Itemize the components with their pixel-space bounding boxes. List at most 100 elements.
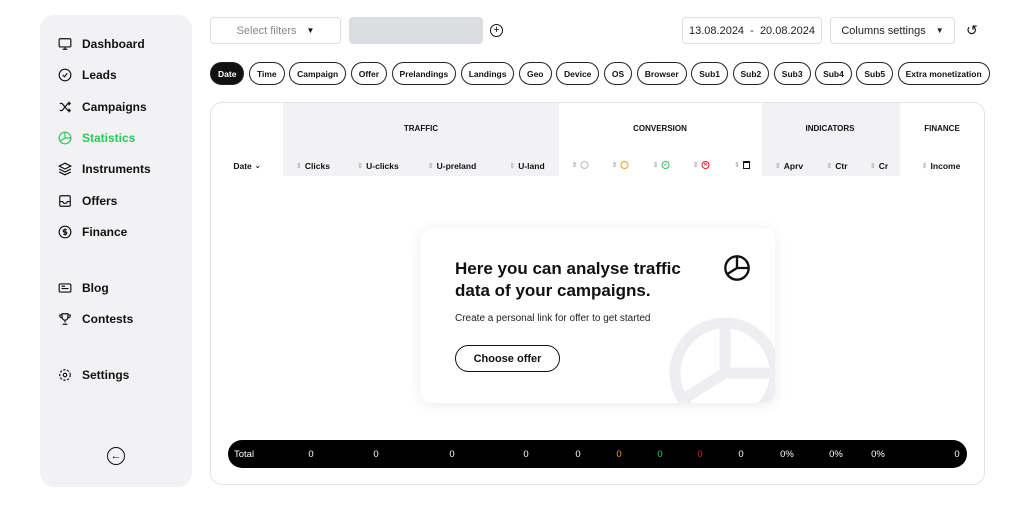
col-label: U-clicks [366,161,399,171]
group-traffic: TRAFFIC [403,124,439,133]
monitor-icon [58,38,72,50]
sidebar: Dashboard Leads Campaigns Statistics Instrum… [40,15,192,487]
sort-icon: ⇕ [427,163,434,170]
sort-icon: ⇕ [652,162,659,169]
chip-prelandings[interactable]: Prelandings [391,62,457,85]
sort-icon: ⇕ [296,163,302,170]
col-approved[interactable]: ⇕ ✓ [653,161,670,169]
col-trash[interactable]: ⇕ [734,161,750,169]
sidebar-item-finance[interactable]: Finance [58,225,127,239]
col-all-conversions[interactable]: ⇕ [572,161,589,169]
total-value: 0 [373,449,379,460]
chip-os[interactable]: OS [603,62,633,85]
sort-icon: ⇕ [692,162,699,169]
col-label: Ctr [835,161,848,171]
clock-icon [620,161,629,169]
total-value: 0 [954,449,960,460]
total-value: 0 [697,449,703,460]
col-label: U-land [518,161,545,171]
sort-icon: ⇕ [826,163,833,170]
sort-icon: ⇕ [611,162,618,169]
sidebar-item-contests[interactable]: Contests [58,312,133,326]
total-value: 0% [829,449,843,460]
col-date-label: Date [233,161,252,171]
x-circle-icon: ✕ [701,161,710,169]
date-range: 13.08.2024 - 20.08.2024 [689,24,815,37]
check-circle-icon [58,68,72,82]
col-uclicks[interactable]: ⇕ U-clicks [357,161,398,171]
total-value: 0 [575,449,581,460]
col-pending[interactable]: ⇕ [612,161,629,169]
empty-title: Here you can analyse traffic data of you… [455,259,681,300]
sort-icon: ⇕ [921,163,928,170]
sidebar-item-label: Blog [82,281,109,295]
date-range-picker[interactable]: 13.08.2024 - 20.08.2024 [682,17,822,44]
chip-sub1[interactable]: Sub1 [691,62,728,85]
sidebar-item-dashboard[interactable]: Dashboard [58,37,145,51]
sort-icon: ⇕ [357,163,364,170]
col-upreland[interactable]: ⇕ U-preland [428,161,477,171]
chip-campaign[interactable]: Campaign [289,62,347,85]
chip-sub2[interactable]: Sub2 [732,62,770,85]
col-label: Cr [878,161,889,171]
newspaper-icon [58,283,72,293]
sidebar-item-settings[interactable]: Settings [58,368,129,382]
chip-sub4[interactable]: Sub4 [815,62,852,85]
trash-icon [742,161,750,169]
pie-chart-icon [58,131,72,145]
collapse-sidebar-icon[interactable]: ← [107,447,125,465]
total-value: 0 [616,449,622,460]
sidebar-item-instruments[interactable]: Instruments [58,162,151,176]
total-value: 0 [523,449,529,460]
reset-icon[interactable]: ↺ [966,22,978,39]
chip-sub3[interactable]: Sub3 [773,62,811,85]
sidebar-item-blog[interactable]: Blog [58,281,109,295]
chip-date[interactable]: Date [210,62,245,85]
chip-landings[interactable]: Landings [460,62,515,85]
sort-icon: ⇕ [774,163,781,170]
empty-subtitle: Create a personal link for offer to get … [455,313,651,324]
sidebar-item-leads[interactable]: Leads [58,68,117,82]
chip-extra-monetization[interactable]: Extra monetization [897,62,990,85]
col-uland[interactable]: ⇕ U-land [509,161,544,171]
filter-value-input[interactable] [349,17,483,44]
total-value: 0 [657,449,663,460]
sidebar-item-statistics[interactable]: Statistics [58,131,135,145]
col-label: Income [930,161,961,171]
group-indicators: INDICATORS [805,124,855,133]
shuffle-icon [59,101,72,113]
col-date[interactable]: Date ⌄ [233,161,260,171]
sidebar-item-label: Instruments [82,162,151,176]
add-filter-icon[interactable]: + [490,24,503,37]
chip-device[interactable]: Device [556,62,600,85]
sidebar-item-label: Campaigns [82,100,147,114]
sidebar-item-campaigns[interactable]: Campaigns [58,100,147,114]
filters-select[interactable]: Select filters ▼ [210,17,341,44]
col-cr[interactable]: ⇕ Cr [870,161,888,171]
col-ctr[interactable]: ⇕ Ctr [826,161,847,171]
columns-settings-button[interactable]: Columns settings ▼ [830,17,955,44]
empty-state-card: Here you can analyse traffic data of you… [420,228,775,403]
sidebar-item-offers[interactable]: Offers [58,194,117,208]
trophy-icon [59,313,71,325]
chip-sub5[interactable]: Sub5 [856,62,894,85]
chip-offer[interactable]: Offer [350,62,388,85]
sort-icon: ⇕ [869,163,876,170]
sort-icon: ⇕ [571,162,578,169]
chip-geo[interactable]: Geo [518,62,552,85]
group-finance: FINANCE [924,124,960,133]
total-row: Total 0 0 0 0 0 0 0 0 0 0% 0% 0% 0 [228,440,967,468]
sidebar-item-label: Settings [82,368,130,382]
col-rejected[interactable]: ⇕ ✕ [693,161,710,169]
col-clicks[interactable]: ⇕ Clicks [296,161,330,171]
sidebar-item-label: Statistics [82,131,136,145]
col-income[interactable]: ⇕ Income [922,161,961,171]
chip-browser[interactable]: Browser [636,62,687,85]
chip-time[interactable]: Time [248,62,285,85]
col-aprv[interactable]: ⇕ Aprv [775,161,803,171]
col-label: Aprv [783,161,804,171]
sort-icon: ⇕ [509,163,516,170]
col-label: U-preland [436,161,477,171]
sidebar-item-label: Offers [82,194,118,208]
choose-offer-button[interactable]: Choose offer [455,345,560,372]
